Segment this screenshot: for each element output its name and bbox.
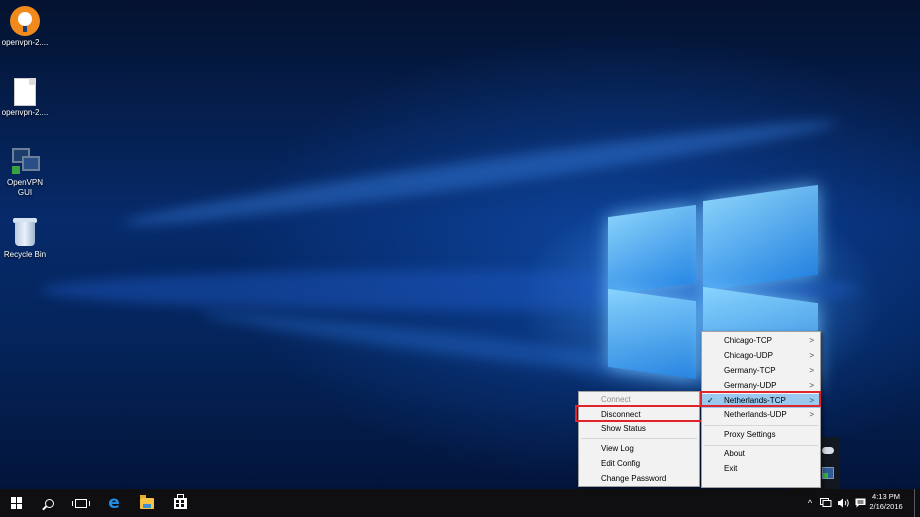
highlight-box-disconnect bbox=[575, 405, 703, 422]
show-hidden-icons-button[interactable]: ^ bbox=[803, 489, 817, 517]
menu-item-chicago-tcp[interactable]: Chicago-TCP > bbox=[702, 334, 820, 348]
show-desktop-button[interactable] bbox=[914, 489, 920, 517]
clock-time: 4:13 PM bbox=[872, 492, 900, 501]
volume-button[interactable] bbox=[835, 489, 851, 517]
search-button[interactable] bbox=[32, 489, 66, 517]
menu-item-show-status[interactable]: Show Status bbox=[579, 422, 699, 436]
file-explorer-button[interactable] bbox=[130, 489, 164, 517]
store-button[interactable] bbox=[163, 489, 197, 517]
menu-separator bbox=[704, 425, 818, 426]
menu-item-about[interactable]: About bbox=[702, 447, 820, 461]
store-icon bbox=[173, 493, 187, 509]
chevron-right-icon: > bbox=[809, 366, 814, 375]
desktop-icon-openvpn-file[interactable]: openvpn-2.... bbox=[0, 78, 50, 118]
network-button[interactable] bbox=[819, 489, 833, 517]
clock-date: 2/16/2016 bbox=[869, 502, 903, 511]
chevron-up-icon: ^ bbox=[807, 498, 813, 508]
menu-separator bbox=[581, 438, 697, 439]
network-icon bbox=[820, 498, 832, 507]
desktop-icon-openvpn-gui[interactable]: OpenVPN GUI bbox=[0, 146, 50, 198]
file-explorer-icon bbox=[140, 494, 154, 509]
menu-item-exit[interactable]: Exit bbox=[702, 462, 820, 476]
search-icon bbox=[44, 498, 54, 508]
volume-icon bbox=[837, 498, 849, 508]
task-view-icon bbox=[72, 498, 90, 508]
menu-item-proxy-settings[interactable]: Proxy Settings bbox=[702, 428, 820, 442]
chevron-right-icon: > bbox=[809, 336, 814, 345]
recycle-bin-icon bbox=[13, 218, 37, 248]
menu-item-change-password[interactable]: Change Password bbox=[579, 472, 699, 486]
menu-separator bbox=[704, 445, 818, 446]
desktop-icon-label: Recycle Bin bbox=[3, 250, 47, 259]
task-view-button[interactable] bbox=[64, 489, 98, 517]
highlight-box-netherlands-tcp bbox=[700, 391, 821, 407]
desktop-icon-openvpn-installer[interactable]: openvpn-2.... bbox=[0, 6, 50, 48]
taskbar: e ^ 4:13 PM 2/16/2016 bbox=[0, 489, 920, 517]
openvpn-logo-icon bbox=[10, 6, 40, 36]
openvpn-tray-icon[interactable] bbox=[822, 467, 834, 479]
menu-item-view-log[interactable]: View Log bbox=[579, 442, 699, 456]
start-button[interactable] bbox=[0, 489, 34, 517]
connections-menu: Chicago-TCP > Chicago-UDP > Germany-TCP > G… bbox=[701, 331, 821, 488]
menu-item-germany-tcp[interactable]: Germany-TCP > bbox=[702, 364, 820, 378]
openvpn-gui-icon bbox=[10, 146, 40, 176]
edge-button[interactable]: e bbox=[97, 489, 131, 517]
desktop-icon-label: OpenVPN bbox=[6, 178, 44, 187]
system-clock[interactable]: 4:13 PM 2/16/2016 bbox=[861, 492, 911, 512]
start-icon bbox=[11, 497, 23, 509]
edge-icon: e bbox=[108, 492, 120, 513]
desktop-icon-label: openvpn-2.... bbox=[1, 108, 49, 117]
chevron-right-icon: > bbox=[809, 351, 814, 360]
file-icon bbox=[14, 78, 36, 106]
menu-item-edit-config[interactable]: Edit Config bbox=[579, 457, 699, 471]
onedrive-icon[interactable] bbox=[822, 447, 834, 454]
desktop-icon-label: GUI bbox=[17, 188, 33, 197]
desktop-icon-recycle-bin[interactable]: Recycle Bin bbox=[0, 218, 50, 260]
desktop-icon-label: openvpn-2.... bbox=[1, 38, 49, 47]
menu-item-chicago-udp[interactable]: Chicago-UDP > bbox=[702, 349, 820, 363]
chevron-right-icon: > bbox=[809, 410, 814, 419]
menu-item-netherlands-udp[interactable]: Netherlands-UDP > bbox=[702, 408, 820, 422]
